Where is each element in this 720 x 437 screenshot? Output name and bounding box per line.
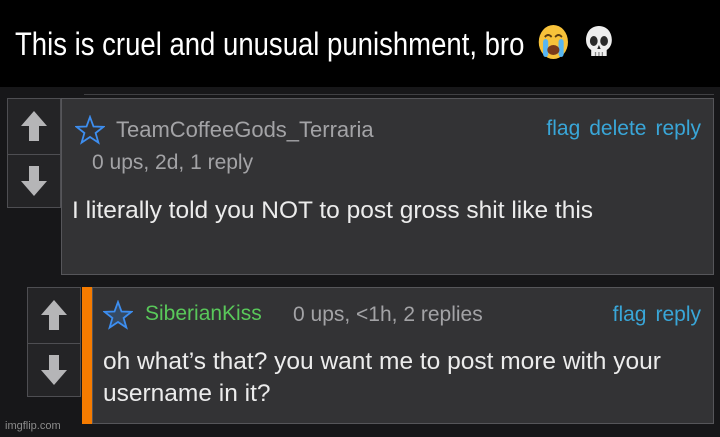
reply-upvote-button[interactable] [28, 288, 80, 342]
comment-meta: 0 ups, 2d, 1 reply [92, 151, 254, 174]
reply-username[interactable]: SiberianKiss [145, 302, 262, 326]
up-arrow-icon [41, 300, 67, 330]
caption-banner: This is cruel and unusual punishment, br… [0, 0, 720, 87]
comment-username[interactable]: TeamCoffeeGods_Terraria [116, 117, 374, 143]
caption-text: This is cruel and unusual punishment, br… [15, 26, 525, 62]
comment-body: I literally told you NOT to post gross s… [72, 197, 594, 224]
star-icon [103, 300, 133, 330]
comment-card: TeamCoffeeGods_Terraria flag delete repl… [61, 98, 714, 275]
caption-text-row: This is cruel and unusual punishment, br… [15, 23, 615, 69]
reply-downvote-button[interactable] [28, 344, 80, 396]
delete-link[interactable]: delete [589, 117, 646, 141]
up-arrow-icon [21, 111, 47, 141]
watermark: imgflip.com [5, 420, 61, 432]
reply-actions: flag reply [613, 303, 701, 327]
reply-link[interactable]: reply [655, 117, 701, 141]
reply-vote-column [27, 287, 81, 397]
reply-meta: 0 ups, <1h, 2 replies [293, 303, 483, 326]
comment-actions: flag delete reply [546, 117, 701, 141]
reply-link[interactable]: reply [655, 303, 701, 327]
downvote-button[interactable] [8, 155, 60, 207]
crying-face-emoji [537, 23, 570, 69]
reply-body: oh what’s that? you want me to post more… [103, 348, 661, 407]
star-icon [75, 115, 105, 145]
down-arrow-icon [41, 355, 67, 385]
vote-column [7, 98, 61, 208]
skull-emoji [583, 23, 616, 69]
reply-card: SiberianKiss 0 ups, <1h, 2 replies flag … [92, 287, 714, 424]
flag-link[interactable]: flag [546, 117, 580, 141]
upvote-button[interactable] [8, 99, 60, 153]
thread-divider [84, 94, 714, 95]
down-arrow-icon [21, 166, 47, 196]
reply-accent-bar [82, 287, 92, 424]
flag-link[interactable]: flag [613, 303, 647, 327]
